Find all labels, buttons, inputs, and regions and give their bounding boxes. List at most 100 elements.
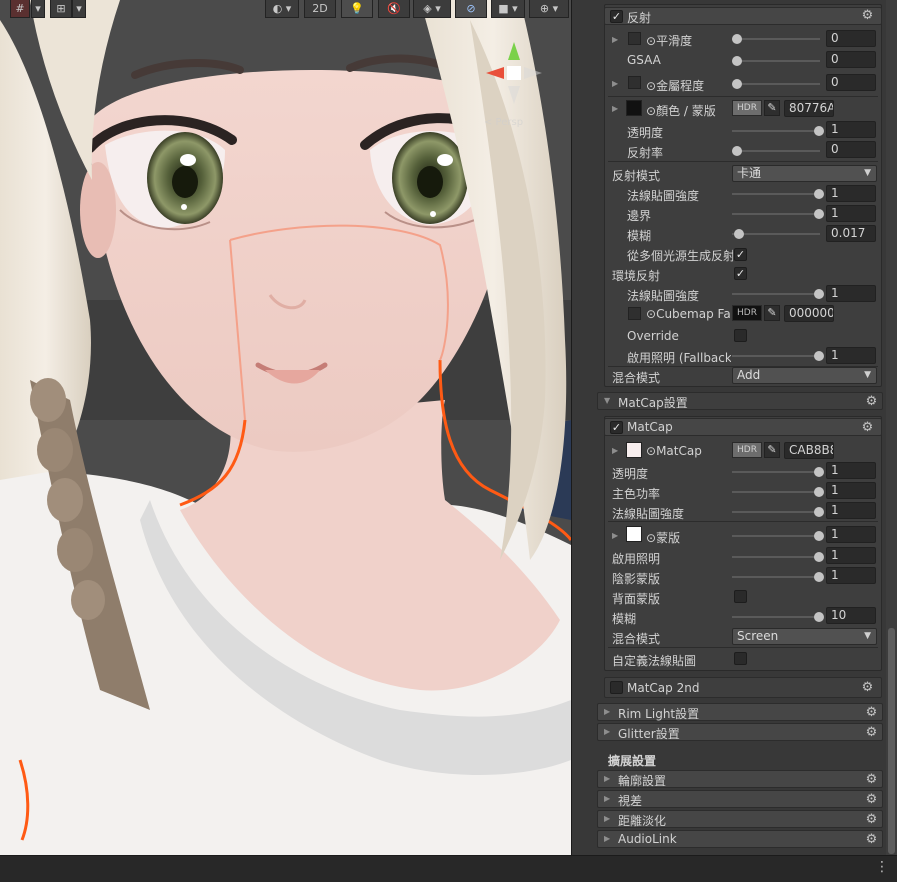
blur-field[interactable]: 0.017 [826, 225, 876, 242]
blur-slider[interactable] [732, 233, 820, 235]
gear-icon[interactable]: ⚙ [865, 793, 878, 806]
matcap-normal-strength-slider-knob[interactable] [814, 507, 824, 517]
lighting-fallback-field[interactable]: 1 [826, 347, 876, 364]
cubemap-hex-field[interactable]: 000000 [784, 305, 834, 322]
texture-slot[interactable] [628, 76, 641, 89]
env-reflection-checkbox[interactable]: ✓ [734, 267, 747, 280]
metallic-field[interactable]: 0 [826, 74, 876, 91]
blend-mode-dropdown[interactable]: Add ▼ [732, 367, 877, 384]
expand-arrow-icon[interactable]: ▶ [612, 104, 618, 114]
gear-icon[interactable]: ⚙ [865, 833, 878, 846]
color-hex-field[interactable]: 80776A [784, 100, 834, 117]
expand-arrow-icon[interactable]: ▶ [604, 794, 610, 804]
matcap-normal-strength-slider[interactable] [732, 511, 820, 513]
matcap-mask-slider[interactable] [732, 535, 820, 537]
normal-strength-slider[interactable] [732, 193, 820, 195]
metallic-slider[interactable] [732, 83, 820, 85]
expand-arrow-icon[interactable]: ▶ [612, 79, 618, 89]
expand-arrow-icon[interactable]: ▶ [612, 531, 618, 541]
visibility-icon[interactable]: ⊘ [455, 0, 487, 18]
transparency-slider[interactable] [732, 130, 820, 132]
grid-snap-icon[interactable]: # [10, 0, 30, 18]
env-normal-strength-slider[interactable] [732, 293, 820, 295]
reflectance-field[interactable]: 0 [826, 141, 876, 158]
shadow-mask-slider[interactable] [732, 576, 820, 578]
matcap-texture-slot[interactable] [626, 442, 642, 458]
scene-view[interactable]: # ▾ ⊞ ▾ ◐ ▾ 2D 💡 🔇 ◈ ▾ ⊘ ■ ▾ ⊕ ▾ < Persp [0, 0, 571, 855]
normal-strength-slider-knob[interactable] [814, 189, 824, 199]
multi-light-checkbox[interactable]: ✓ [734, 248, 747, 261]
reflect-mode-dropdown[interactable]: 卡通 ▼ [732, 165, 877, 182]
gsaa-slider-knob[interactable] [732, 56, 742, 66]
matcap-normal-strength-field[interactable]: 1 [826, 502, 876, 519]
env-normal-strength-slider-knob[interactable] [814, 289, 824, 299]
eyedropper-icon[interactable]: ✎ [764, 100, 780, 116]
mode-2d-button[interactable]: 2D [304, 0, 336, 18]
gsaa-field[interactable]: 0 [826, 51, 876, 68]
gear-icon[interactable]: ⚙ [865, 706, 878, 719]
gear-icon[interactable]: ⚙ [861, 9, 874, 22]
expand-arrow-icon[interactable]: ▶ [604, 774, 610, 784]
hdr-color-swatch[interactable]: HDR [732, 100, 762, 116]
gear-icon[interactable]: ⚙ [865, 773, 878, 786]
shadow-mask-slider-knob[interactable] [814, 572, 824, 582]
gear-icon[interactable]: ⚙ [865, 726, 878, 739]
matcap-hex-field[interactable]: CAB8B8 [784, 442, 834, 459]
gizmo-toggle-icon[interactable]: ⊕ ▾ [529, 0, 569, 18]
matcap-transparency-field[interactable]: 1 [826, 462, 876, 479]
smoothness-slider[interactable] [732, 38, 820, 40]
ruler-dropdown-chevron-icon[interactable]: ▾ [72, 0, 86, 18]
blur-slider-knob[interactable] [734, 229, 744, 239]
effects-icon[interactable]: ◈ ▾ [413, 0, 451, 18]
orientation-gizmo[interactable] [478, 34, 550, 126]
normal-strength-field[interactable]: 1 [826, 185, 876, 202]
expand-arrow-icon[interactable]: ▶ [604, 727, 610, 737]
eyedropper-icon[interactable]: ✎ [764, 305, 780, 321]
more-options-icon[interactable]: ⋮ [875, 860, 889, 874]
transparency-slider-knob[interactable] [814, 126, 824, 136]
override-checkbox[interactable] [734, 329, 747, 342]
expand-arrow-icon[interactable]: ▶ [612, 446, 618, 456]
gear-icon[interactable]: ⚙ [861, 421, 874, 434]
expand-arrow-icon[interactable]: ▶ [612, 35, 618, 45]
main-color-power-field[interactable]: 1 [826, 482, 876, 499]
matcap2-enabled-checkbox[interactable] [610, 681, 623, 694]
transparency-field[interactable]: 1 [826, 121, 876, 138]
camera-icon[interactable]: ■ ▾ [491, 0, 525, 18]
metallic-slider-knob[interactable] [732, 79, 742, 89]
texture-slot[interactable] [628, 32, 641, 45]
shadow-mask-field[interactable]: 1 [826, 567, 876, 584]
shading-mode-icon[interactable]: ◐ ▾ [265, 0, 299, 18]
matcap-blend-mode-dropdown[interactable]: Screen ▼ [732, 628, 877, 645]
mask-texture-slot[interactable] [626, 100, 642, 116]
matcap-transparency-slider[interactable] [732, 471, 820, 473]
collapse-arrow-icon[interactable]: ▼ [604, 396, 610, 406]
main-color-power-slider[interactable] [732, 491, 820, 493]
reflectance-slider-knob[interactable] [732, 146, 742, 156]
smoothness-field[interactable]: 0 [826, 30, 876, 47]
inspector-scrollbar-thumb[interactable] [888, 628, 895, 854]
lighting-fallback-slider[interactable] [732, 355, 820, 357]
gear-icon[interactable]: ⚙ [861, 681, 874, 694]
border-slider[interactable] [732, 213, 820, 215]
matcap-blur-field[interactable]: 10 [826, 607, 876, 624]
lighting-toggle-icon[interactable]: 💡 [341, 0, 373, 18]
expand-arrow-icon[interactable]: ▶ [604, 814, 610, 824]
scene-viewport-render[interactable] [0, 0, 571, 855]
reflectance-slider[interactable] [732, 150, 820, 152]
gsaa-slider[interactable] [732, 60, 820, 62]
smoothness-slider-knob[interactable] [732, 34, 742, 44]
border-slider-knob[interactable] [814, 209, 824, 219]
eyedropper-icon[interactable]: ✎ [764, 442, 780, 458]
gizmo-projection-label[interactable]: < Persp [484, 117, 523, 128]
main-color-power-slider-knob[interactable] [814, 487, 824, 497]
matcap-mask-field[interactable]: 1 [826, 526, 876, 543]
ruler-icon[interactable]: ⊞ [50, 0, 72, 18]
env-normal-strength-field[interactable]: 1 [826, 285, 876, 302]
matcap-transparency-slider-knob[interactable] [814, 467, 824, 477]
matcap-mask-slider-knob[interactable] [814, 531, 824, 541]
expand-arrow-icon[interactable]: ▶ [604, 834, 610, 844]
audio-mute-icon[interactable]: 🔇 [378, 0, 410, 18]
cubemap-color-swatch[interactable]: HDR [732, 305, 762, 321]
matcap-blur-slider[interactable] [732, 616, 820, 618]
